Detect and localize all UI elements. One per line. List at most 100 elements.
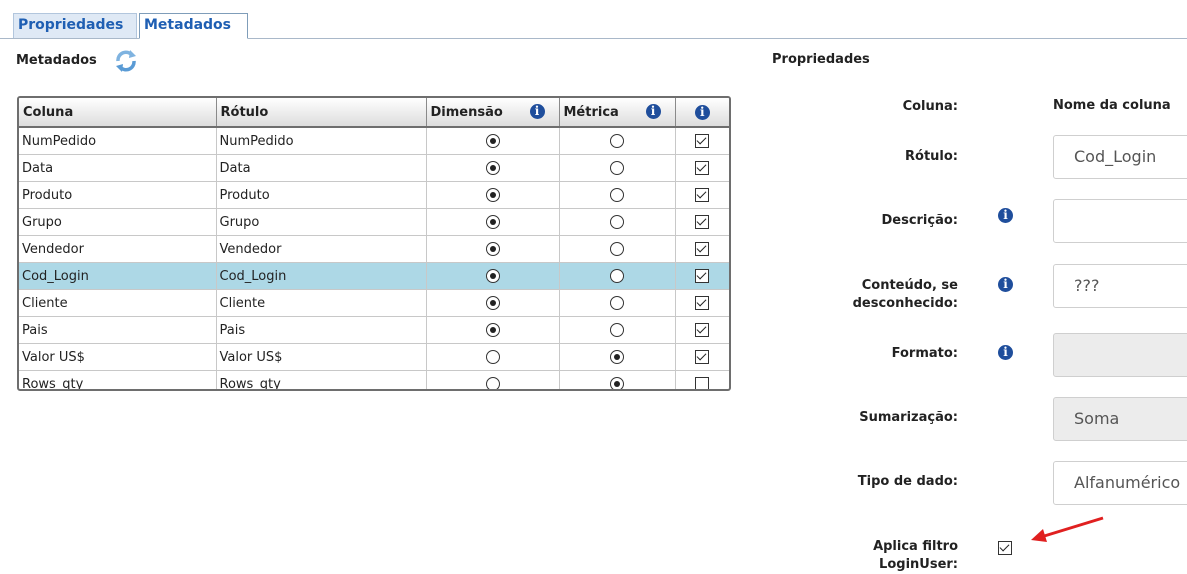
tab-metadados[interactable]: Metadados [139,13,248,39]
include-checkbox[interactable] [695,188,710,202]
descricao-input[interactable] [1053,199,1187,243]
include-checkbox[interactable] [695,323,710,337]
cell-rotulo[interactable]: Data [216,154,427,182]
cell-rotulo[interactable]: Vendedor [216,235,427,263]
cell-coluna[interactable]: Data [19,154,217,182]
cell-metrica [559,316,676,344]
cell-include [675,262,729,290]
info-icon[interactable]: i [694,104,710,120]
table-row[interactable]: Pais Pais [19,316,729,344]
table-row[interactable]: Cod_Login Cod_Login [19,262,729,290]
include-checkbox[interactable] [695,242,710,256]
info-icon[interactable]: i [645,104,661,119]
cell-coluna[interactable]: Pais [19,316,217,344]
cell-rotulo[interactable]: Cod_Login [216,262,427,290]
tipo-select[interactable]: Alfanumérico [1053,461,1187,505]
include-checkbox[interactable] [695,377,710,389]
header-dimensao[interactable]: Dimensão i [426,98,560,128]
dimensao-radio[interactable] [485,269,500,283]
metrica-radio[interactable] [610,188,624,202]
table-row[interactable]: NumPedido NumPedido [19,127,729,155]
metrica-radio[interactable] [610,296,624,310]
cell-rotulo[interactable]: Valor US$ [216,343,427,371]
info-icon[interactable]: i [998,277,1013,292]
table-row[interactable]: Data Data [19,154,729,182]
dimensao-radio[interactable] [485,296,500,310]
cell-dimensao [426,370,560,389]
dimensao-radio[interactable] [485,242,500,256]
dimensao-radio[interactable] [485,215,500,229]
cell-dimensao [426,127,560,155]
metrica-radio[interactable] [610,323,624,337]
formato-label: Formato: [891,346,958,361]
table-row[interactable]: Valor US$ Valor US$ [19,343,729,371]
cell-coluna[interactable]: Cliente [19,289,217,317]
info-icon[interactable]: i [998,208,1013,223]
metrica-radio[interactable] [610,215,624,229]
header-rotulo[interactable]: Rótulo [216,98,427,128]
cell-rotulo[interactable]: NumPedido [216,127,427,155]
include-checkbox[interactable] [695,350,710,364]
dimensao-radio[interactable] [485,161,500,175]
cell-metrica [559,289,676,317]
table-row[interactable]: Cliente Cliente [19,289,729,317]
cell-metrica [559,262,676,290]
tipo-label: Tipo de dado: [857,474,958,489]
cell-coluna[interactable]: Valor US$ [19,343,217,371]
rotulo-input[interactable]: Cod_Login [1053,135,1187,179]
cell-include [675,370,729,389]
cell-rotulo[interactable]: Produto [216,181,427,209]
cell-include [675,316,729,344]
dimensao-radio[interactable] [485,323,500,337]
cell-coluna[interactable]: NumPedido [19,127,217,155]
cell-include [675,343,729,371]
info-icon[interactable]: i [998,345,1013,360]
tab-propriedades[interactable]: Propriedades [13,13,137,38]
metrica-radio[interactable] [610,242,624,256]
header-check[interactable]: i [675,98,729,128]
sumarizacao-select[interactable]: Soma [1053,397,1187,441]
include-checkbox[interactable] [695,215,710,229]
cell-rotulo[interactable]: Grupo [216,208,427,236]
dimensao-radio[interactable] [485,188,500,202]
include-checkbox[interactable] [695,269,710,283]
info-icon[interactable]: i [529,104,545,119]
header-coluna[interactable]: Coluna [19,98,217,128]
include-checkbox[interactable] [695,161,710,175]
conteudo-input[interactable]: ??? [1053,264,1187,308]
cell-coluna[interactable]: Grupo [19,208,217,236]
dimensao-radio[interactable] [485,134,500,148]
sumarizacao-label: Sumarização: [859,410,958,425]
cell-rotulo[interactable]: Rows_qty [216,370,427,389]
dimensao-radio[interactable] [485,350,500,364]
table-row[interactable]: Vendedor Vendedor [19,235,729,263]
conteudo-label-line2: desconhecido: [852,296,958,311]
coluna-label: Coluna: [902,99,958,114]
cell-include [675,154,729,182]
cell-coluna[interactable]: Vendedor [19,235,217,263]
dimensao-radio[interactable] [485,377,500,389]
filtro-loginuser-checkbox[interactable] [998,541,1012,555]
cell-dimensao [426,343,560,371]
cell-metrica [559,370,676,389]
table-row[interactable]: Grupo Grupo [19,208,729,236]
cell-coluna[interactable]: Rows_qty [19,370,217,389]
cell-rotulo[interactable]: Pais [216,316,427,344]
cell-dimensao [426,154,560,182]
include-checkbox[interactable] [695,134,710,148]
cell-rotulo[interactable]: Cliente [216,289,427,317]
cell-coluna[interactable]: Cod_Login [19,262,217,290]
table-row[interactable]: Produto Produto [19,181,729,209]
cell-coluna[interactable]: Produto [19,181,217,209]
metrica-radio[interactable] [610,134,624,148]
metrica-radio[interactable] [610,161,624,175]
metrica-radio[interactable] [610,350,624,364]
metrica-radio[interactable] [610,269,624,283]
refresh-icon[interactable] [113,49,139,73]
table-row[interactable]: Rows_qty Rows_qty [19,370,729,389]
include-checkbox[interactable] [695,296,710,310]
metrica-radio[interactable] [610,377,624,389]
header-metrica[interactable]: Métrica i [559,98,676,128]
cell-dimensao [426,235,560,263]
propriedades-title: Propriedades [772,52,870,67]
